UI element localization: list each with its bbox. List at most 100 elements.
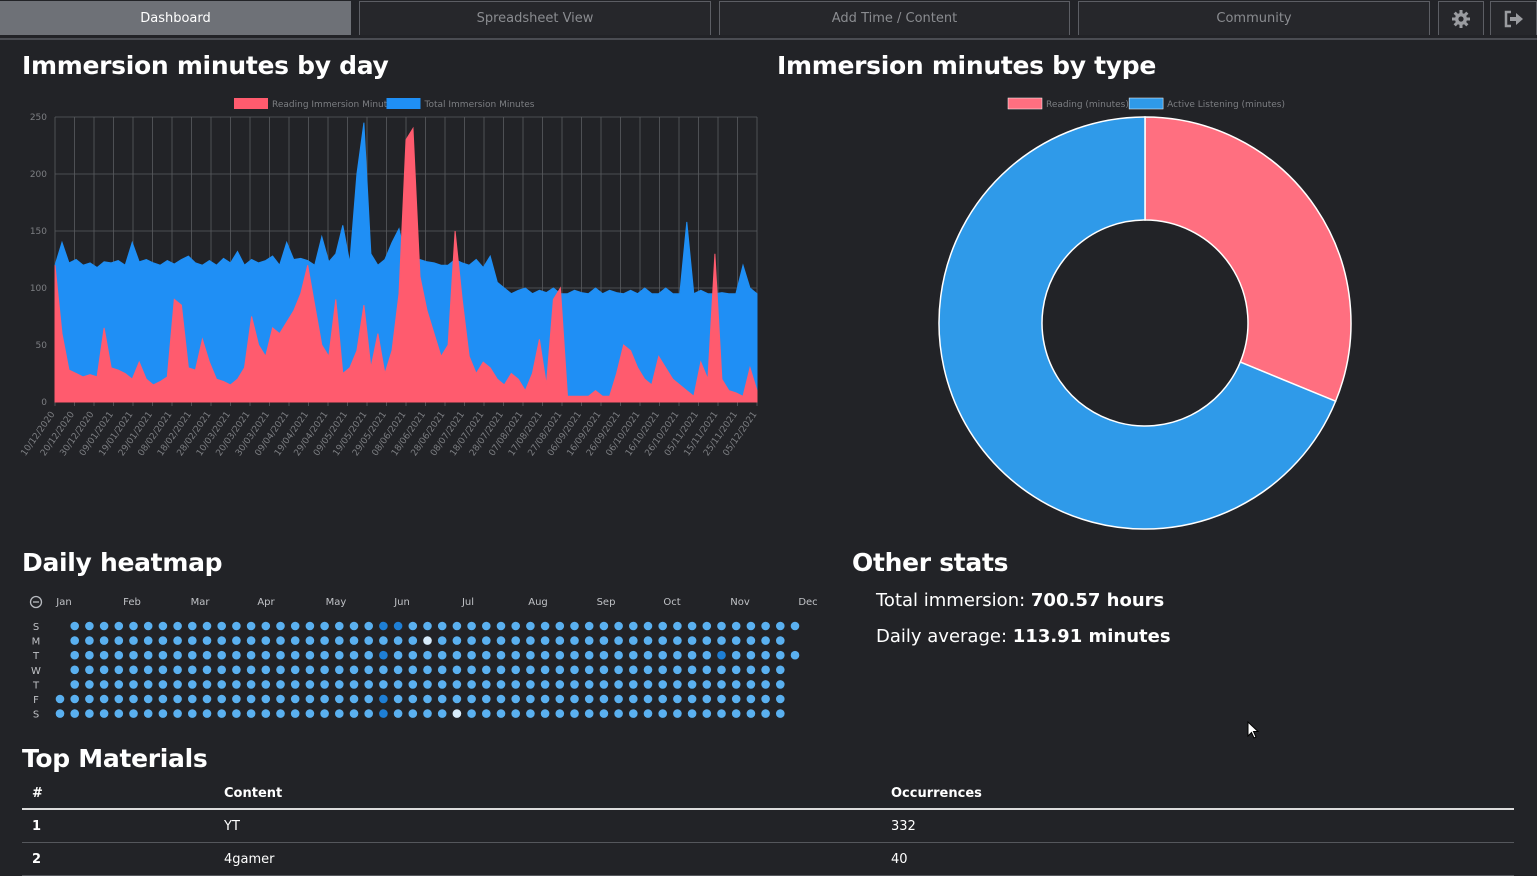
heatmap-day-cell (379, 709, 388, 718)
month-label: Aug (528, 597, 548, 608)
heatmap-day-cell (217, 665, 226, 675)
heatmap-day-cell (379, 636, 388, 645)
heatmap-day-cell (232, 636, 241, 645)
table-header-row: # Content Occurrences (22, 780, 1514, 810)
heatmap-day-cell (99, 680, 109, 689)
heatmap-day-cell (761, 650, 770, 660)
heatmap-day-cell (290, 694, 300, 704)
heatmap-day-cell (129, 621, 138, 631)
heatmap-day-cell (540, 650, 550, 660)
tab-dashboard[interactable]: Dashboard (0, 1, 351, 35)
heatmap-day-cell (320, 665, 329, 675)
heatmap-day-cell (496, 621, 506, 631)
heatmap-day-cell (114, 709, 124, 718)
heatmap-day-cell (276, 680, 285, 689)
heatmap-day-cell (570, 621, 579, 631)
heatmap-day-cell (599, 694, 609, 704)
heatmap-day-cell (320, 650, 329, 660)
tab-spreadsheet-view[interactable]: Spreadsheet View (359, 1, 711, 35)
heatmap-day-cell (364, 709, 374, 718)
heatmap-day-cell (70, 650, 79, 660)
heatmap-day-cell (629, 680, 638, 689)
heatmap-day-cell (246, 709, 256, 718)
y-tick-label: 200 (30, 170, 47, 180)
month-label: Nov (730, 597, 750, 608)
heatmap-day-cell (85, 650, 94, 660)
heatmap-day-cell (202, 694, 212, 704)
heatmap-day-cell (482, 709, 491, 718)
weekday-label: M (32, 637, 41, 648)
heatmap-day-cell (70, 709, 79, 718)
heatmap-day-cell (629, 636, 638, 645)
month-label: May (326, 597, 347, 608)
rank-cell: 1 (22, 809, 214, 843)
tab-community[interactable]: Community (1078, 1, 1430, 35)
heatmap-day-cell (643, 636, 653, 645)
heatmap-day-cell (114, 636, 124, 645)
heatmap-day-cell (305, 709, 315, 718)
heatmap-day-cell (702, 636, 712, 645)
heatmap-day-cell (320, 694, 329, 704)
settings-button[interactable] (1438, 1, 1484, 35)
heatmap-day-cell (349, 709, 359, 718)
heatmap-day-cell (731, 621, 741, 631)
heatmap-day-cell (614, 665, 623, 675)
heatmap-day-cell (423, 621, 432, 631)
legend-swatch (386, 98, 421, 109)
heatmap-day-cell (584, 650, 594, 660)
heatmap-day-cell (555, 621, 565, 631)
heatmap-day-cell (232, 694, 241, 704)
heatmap-day-cell (687, 709, 697, 718)
heatmap-day-cell (746, 650, 756, 660)
heatmap-day-cell (261, 665, 271, 675)
heatmap-day-cell (232, 650, 241, 660)
heatmap-day-cell (540, 709, 550, 718)
heatmap-day-cell (261, 621, 271, 631)
heatmap-day-cell (85, 621, 94, 631)
heatmap-day-cell (349, 621, 359, 631)
heatmap-day-cell (761, 621, 770, 631)
heatmap-day-cell (246, 680, 256, 689)
heatmap-day-cell (731, 665, 741, 675)
heatmap-day-cell (408, 621, 418, 631)
heatmap-day-cell (85, 636, 94, 645)
heatmap-day-cell (731, 694, 741, 704)
heatmap-day-cell (437, 636, 447, 645)
heatmap-day-cell (246, 621, 256, 631)
heatmap-day-cell (276, 694, 285, 704)
tab-add-time-content[interactable]: Add Time / Content (719, 1, 1070, 35)
weekday-label: W (31, 666, 41, 677)
legend-swatch (1007, 97, 1043, 110)
heatmap-day-cell (717, 636, 726, 645)
heatmap-day-cell (761, 694, 770, 704)
immersion-by-day-chart: Reading Immersion Minutes Total Immersion… (20, 98, 759, 458)
heatmap-day-cell (217, 694, 226, 704)
heatmap-day-cell (408, 665, 418, 675)
heatmap-day-cell (482, 680, 491, 689)
heatmap-day-cell (746, 680, 756, 689)
heatmap-day-cell (482, 636, 491, 645)
heatmap-day-cell (629, 694, 638, 704)
heatmap-day-cell (261, 650, 271, 660)
heatmap-day-cell (99, 665, 109, 675)
heatmap-day-cell (776, 650, 785, 660)
heatmap-day-cell (643, 665, 653, 675)
heatmap-day-cell (467, 650, 476, 660)
section-title-by-day: Immersion minutes by day (22, 51, 389, 80)
heatmap-day-cell (731, 636, 741, 645)
heatmap-day-cell (584, 680, 594, 689)
heatmap-day-cell (202, 709, 212, 718)
logout-button[interactable] (1490, 1, 1537, 35)
heatmap-day-cell (702, 665, 712, 675)
heatmap-day-cell (408, 694, 418, 704)
heatmap-day-cell (717, 709, 726, 718)
heatmap-day-cell (526, 709, 535, 718)
heatmap-day-cell (437, 621, 447, 631)
heatmap-day-cell (114, 694, 124, 704)
heatmap-day-cell (496, 650, 506, 660)
heatmap-day-cell (643, 709, 653, 718)
heatmap-day-cell (570, 680, 579, 689)
heatmap-day-cell (482, 694, 491, 704)
heatmap-day-cell (555, 650, 565, 660)
heatmap-day-cell (202, 636, 212, 645)
